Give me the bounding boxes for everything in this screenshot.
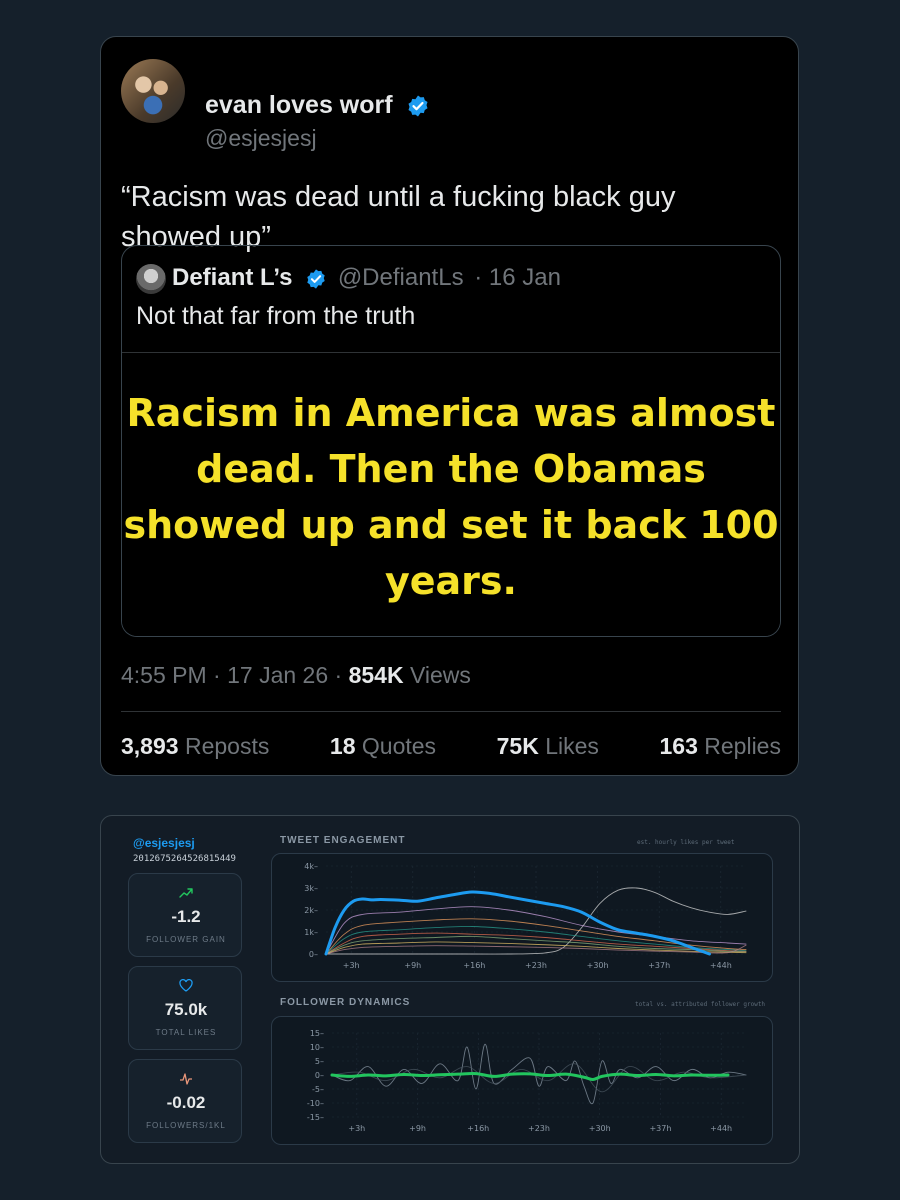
engagement-x-tick-label: +3h <box>343 961 360 970</box>
follower-dynamics-series-line <box>330 1072 730 1081</box>
quoted-handle[interactable]: @DefiantLs <box>338 264 464 291</box>
follower-dynamics-x-tick-label: +23h <box>528 1124 550 1133</box>
heart-icon <box>129 978 243 997</box>
quoted-image-text: Racism in America was almost dead. Then … <box>123 391 779 603</box>
followers-per-1kl-value: -0.02 <box>166 1093 206 1112</box>
engagement-y-tick-label: 4k– <box>304 862 318 871</box>
follower-dynamics-chart: 15– 10– 5– 0– -5– -10– -15– +3h +9h +16h +23h +30h +… <box>271 1016 773 1145</box>
follower-dynamics-chart-svg: 15– 10– 5– 0– -5– -10– -15– +3h +9h +16h +23h +30h +… <box>307 1029 747 1133</box>
engagement-x-tick-label: +37h <box>648 961 670 970</box>
follower-dynamics-y-tick-label: -5– <box>312 1085 324 1094</box>
stat-label: Reposts <box>184 733 270 759</box>
follower-dynamics-x-tick-label: +16h <box>467 1124 489 1133</box>
quoted-header: Defiant L’s @DefiantLs · 16 Jan <box>172 264 561 292</box>
stat-quotes[interactable]: 18 Quotes <box>330 733 436 760</box>
verified-badge-icon <box>307 269 325 289</box>
quoted-text: Not that far from the truth <box>136 302 416 330</box>
analytics-panel: @esjesjesj 2012675264526815449 -1.2 FOLL… <box>100 815 800 1164</box>
quoted-name[interactable]: Defiant L’s <box>172 264 292 291</box>
stat-count: 75K <box>496 733 539 759</box>
follower-dynamics-x-tick-label: +37h <box>649 1124 671 1133</box>
engagement-y-tick-label: 3k– <box>304 884 318 893</box>
avatar[interactable] <box>121 59 185 123</box>
stat-count: 163 <box>659 733 698 759</box>
followers-per-1kl-label: FOLLOWERS/1KL <box>146 1121 226 1130</box>
stat-label: Likes <box>545 733 599 759</box>
analytics-user-id: 2012675264526815449 <box>133 854 236 864</box>
quoted-date: · 16 Jan <box>474 264 561 291</box>
tweet-stats: 3,893 Reposts 18 Quotes 75K Likes 163 Re… <box>121 733 781 760</box>
stat-likes[interactable]: 75K Likes <box>497 733 599 760</box>
total-likes-label: TOTAL LIKES <box>155 1028 217 1037</box>
follower-dynamics-x-tick-label: +3h <box>348 1124 365 1133</box>
stat-label: Quotes <box>361 733 437 759</box>
total-likes-value: 75.0k <box>164 1000 208 1019</box>
engagement-x-tick-label: +16h <box>463 961 485 970</box>
quoted-tweet[interactable]: Defiant L’s @DefiantLs · 16 Jan Not that… <box>121 245 781 637</box>
follower-gain-label: FOLLOWER GAIN <box>146 935 226 944</box>
trending-up-icon <box>129 886 243 904</box>
follower-dynamics-title: FOLLOWER DYNAMICS <box>280 997 411 1008</box>
follower-dynamics-x-tick-label: +30h <box>589 1124 611 1133</box>
follower-dynamics-y-tick-label: 5– <box>315 1057 324 1066</box>
follower-dynamics-subtitle: total vs. attributed follower growth <box>635 1001 766 1008</box>
follower-dynamics-y-tick-label: -15– <box>307 1113 324 1122</box>
stat-replies[interactable]: 163 Replies <box>660 733 781 760</box>
engagement-y-tick-label: 1k– <box>304 928 318 937</box>
engagement-x-tick-label: +9h <box>404 961 421 970</box>
follower-dynamics-y-tick-label: 0– <box>315 1071 324 1080</box>
engagement-title: TWEET ENGAGEMENT <box>280 835 406 846</box>
analytics-handle[interactable]: @esjesjesj <box>133 836 195 850</box>
follower-dynamics-x-tick-label: +9h <box>409 1124 426 1133</box>
verified-badge-icon <box>408 95 428 117</box>
stat-count: 3,893 <box>121 733 179 759</box>
views-count: 854K <box>348 662 404 688</box>
stat-reposts[interactable]: 3,893 Reposts <box>121 733 269 760</box>
views-label: Views <box>409 662 471 688</box>
follower-dynamics-series-line <box>331 1063 747 1093</box>
follower-dynamics-y-tick-label: -10– <box>307 1099 324 1108</box>
quoted-avatar[interactable] <box>136 264 166 294</box>
follower-gain-value: -1.2 <box>171 907 201 926</box>
divider <box>121 711 781 712</box>
follower-dynamics-y-tick-label: 15– <box>310 1029 324 1038</box>
engagement-y-tick-label: 0– <box>309 950 318 959</box>
tweet-time[interactable]: 4:55 PM · 17 Jan 26 · <box>121 662 342 688</box>
engagement-x-tick-label: +23h <box>525 961 547 970</box>
total-likes-card: 75.0k TOTAL LIKES <box>128 966 242 1050</box>
stat-label: Replies <box>704 733 781 759</box>
engagement-y-tick-label: 2k– <box>304 906 318 915</box>
quoted-image[interactable]: Racism in America was almost dead. Then … <box>122 352 780 636</box>
user-handle[interactable]: @esjesjesj <box>205 125 317 152</box>
follower-gain-card: -1.2 FOLLOWER GAIN <box>128 873 242 957</box>
display-name[interactable]: evan loves worf <box>205 91 430 120</box>
follower-dynamics-x-tick-label: +44h <box>710 1124 732 1133</box>
tweet-meta: 4:55 PM · 17 Jan 26 · 854K Views <box>121 662 471 689</box>
stat-count: 18 <box>329 733 356 759</box>
engagement-chart-svg: 0– 1k– 2k– 3k– 4k– +3h +9h +16h +23h +30h +37h +44h <box>304 862 747 970</box>
display-name-text: evan loves worf <box>205 91 393 119</box>
follower-dynamics-y-tick-label: 10– <box>310 1043 324 1052</box>
tweet-card: evan loves worf @esjesjesj “Racism was d… <box>100 36 799 776</box>
followers-per-1kl-card: -0.02 FOLLOWERS/1KL <box>128 1059 242 1143</box>
engagement-x-tick-label: +30h <box>587 961 609 970</box>
engagement-x-tick-label: +44h <box>710 961 732 970</box>
engagement-subtitle: est. hourly likes per tweet <box>637 839 735 846</box>
pulse-icon <box>129 1072 243 1091</box>
engagement-chart: 0– 1k– 2k– 3k– 4k– +3h +9h +16h +23h +30h +37h +44h <box>271 853 773 982</box>
